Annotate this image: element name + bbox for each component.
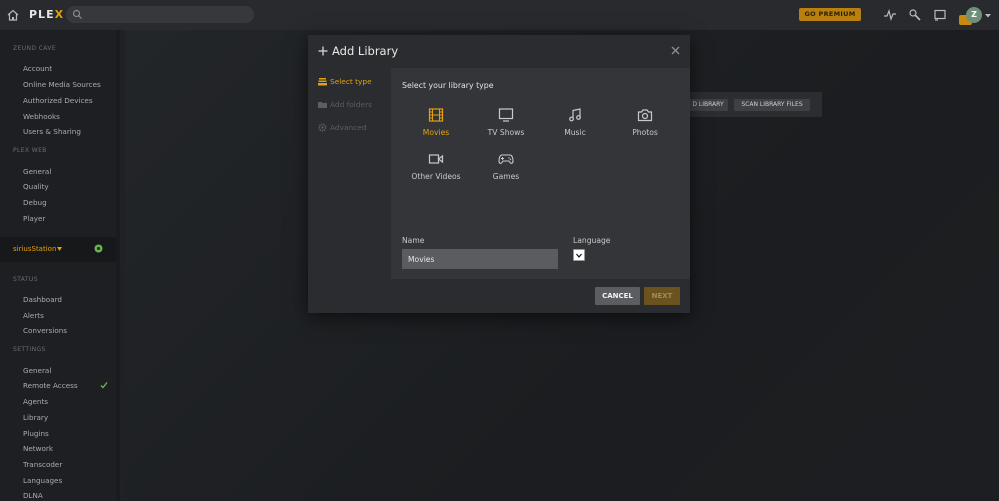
library-type-label: Movies xyxy=(422,128,450,137)
sidebar-item-network[interactable]: Network xyxy=(23,444,53,453)
add-library-dialog: Add Library Select type Add folders Adva… xyxy=(308,35,690,313)
scan-library-files-button[interactable]: SCAN LIBRARY FILES xyxy=(734,99,810,111)
library-type-label: Photos xyxy=(632,128,658,137)
sidebar-item-dashboard[interactable]: Dashboard xyxy=(23,295,62,304)
server-name: siriusStation xyxy=(13,245,57,253)
sidebar-item-authorized-devices[interactable]: Authorized Devices xyxy=(23,96,93,105)
search-icon xyxy=(72,9,82,19)
close-icon[interactable] xyxy=(671,46,680,55)
dialog-header: Add Library xyxy=(308,35,690,68)
top-bar: PLEX GO PREMIUM Z xyxy=(0,0,999,30)
section-heading: PLEX WEB xyxy=(13,147,47,154)
language-label: Language xyxy=(573,236,611,245)
library-type-games[interactable]: Games xyxy=(474,152,538,186)
sidebar-item-transcoder[interactable]: Transcoder xyxy=(23,460,62,469)
search-input[interactable] xyxy=(66,6,254,23)
sidebar-item-account[interactable]: Account xyxy=(23,64,52,73)
section-heading: SETTINGS xyxy=(13,346,46,353)
sidebar-item-player[interactable]: Player xyxy=(23,214,45,223)
dialog-title: Add Library xyxy=(332,44,399,58)
logo-text: PLEX xyxy=(29,8,65,21)
sidebar-item-remote-access[interactable]: Remote Access xyxy=(23,381,78,390)
library-type-other-videos[interactable]: Other Videos xyxy=(404,152,468,186)
sidebar-item-webhooks[interactable]: Webhooks xyxy=(23,112,60,121)
library-type-photos[interactable]: Photos xyxy=(613,108,677,142)
chevron-down-icon xyxy=(985,14,991,18)
sidebar-item-debug[interactable]: Debug xyxy=(23,198,47,207)
language-select[interactable] xyxy=(573,249,585,261)
home-icon[interactable] xyxy=(6,8,20,22)
step-label: Add folders xyxy=(330,100,372,109)
library-stack-icon xyxy=(318,78,327,86)
sidebar-item-general[interactable]: General xyxy=(23,366,51,375)
gear-icon xyxy=(318,123,327,132)
plus-icon xyxy=(318,46,328,56)
section-heading: ZEUND CAVE xyxy=(13,45,57,52)
check-icon xyxy=(100,382,108,389)
plex-logo[interactable]: PLEX xyxy=(29,8,64,21)
next-button[interactable]: NEXT xyxy=(644,287,680,305)
sidebar-item-quality[interactable]: Quality xyxy=(23,182,49,191)
logo-accent-letter: X xyxy=(54,8,65,21)
user-menu[interactable]: Z xyxy=(958,5,992,27)
tv-icon xyxy=(498,108,514,122)
avatar: Z xyxy=(966,7,982,23)
server-selector[interactable]: siriusStation xyxy=(0,237,116,262)
library-type-tv-shows[interactable]: TV Shows xyxy=(474,108,538,142)
sidebar-item-alerts[interactable]: Alerts xyxy=(23,311,44,320)
chevron-down-icon xyxy=(576,253,582,258)
step-label: Select type xyxy=(330,77,372,86)
library-type-music[interactable]: Music xyxy=(543,108,607,142)
step-label: Advanced xyxy=(330,123,367,132)
sidebar-item-web-general[interactable]: General xyxy=(23,167,51,176)
library-type-label: TV Shows xyxy=(487,128,525,137)
sidebar-item-library[interactable]: Library xyxy=(23,413,48,422)
activity-icon[interactable] xyxy=(883,8,897,22)
music-icon xyxy=(569,108,581,122)
library-type-label: Other Videos xyxy=(411,172,461,181)
film-icon xyxy=(428,108,444,122)
section-heading: STATUS xyxy=(13,276,38,283)
wizard-steps: Select type Add folders Advanced xyxy=(308,68,391,279)
library-type-movies[interactable]: Movies xyxy=(404,108,468,142)
sidebar-item-users-sharing[interactable]: Users & Sharing xyxy=(23,127,81,136)
folder-icon xyxy=(318,102,327,108)
content-title: Select your library type xyxy=(402,81,494,90)
add-library-button[interactable]: D LIBRARY xyxy=(688,99,728,111)
library-type-label: Music xyxy=(564,128,586,137)
cancel-button[interactable]: CANCEL xyxy=(595,287,640,305)
video-camera-icon xyxy=(428,154,444,164)
caret-down-icon xyxy=(57,247,62,251)
sidebar-item-languages[interactable]: Languages xyxy=(23,476,62,485)
sidebar-item-agents[interactable]: Agents xyxy=(23,397,48,406)
server-status-icon xyxy=(94,244,103,253)
dialog-content: Select your library type Movies TV Shows xyxy=(391,68,690,279)
cast-icon[interactable] xyxy=(933,8,947,22)
sidebar-item-plugins[interactable]: Plugins xyxy=(23,429,49,438)
library-type-label: Games xyxy=(492,172,520,181)
sidebar-item-conversions[interactable]: Conversions xyxy=(23,326,67,335)
camera-icon xyxy=(637,109,653,122)
settings-wrench-icon[interactable] xyxy=(908,8,922,22)
gamepad-icon xyxy=(498,154,514,164)
sidebar-item-online-media-sources[interactable]: Online Media Sources xyxy=(23,80,101,89)
go-premium-button[interactable]: GO PREMIUM xyxy=(799,8,861,21)
sidebar-item-dlna[interactable]: DLNA xyxy=(23,491,43,500)
dialog-footer: CANCEL NEXT xyxy=(308,279,690,313)
name-label: Name xyxy=(402,236,425,245)
library-name-input[interactable] xyxy=(402,249,558,269)
